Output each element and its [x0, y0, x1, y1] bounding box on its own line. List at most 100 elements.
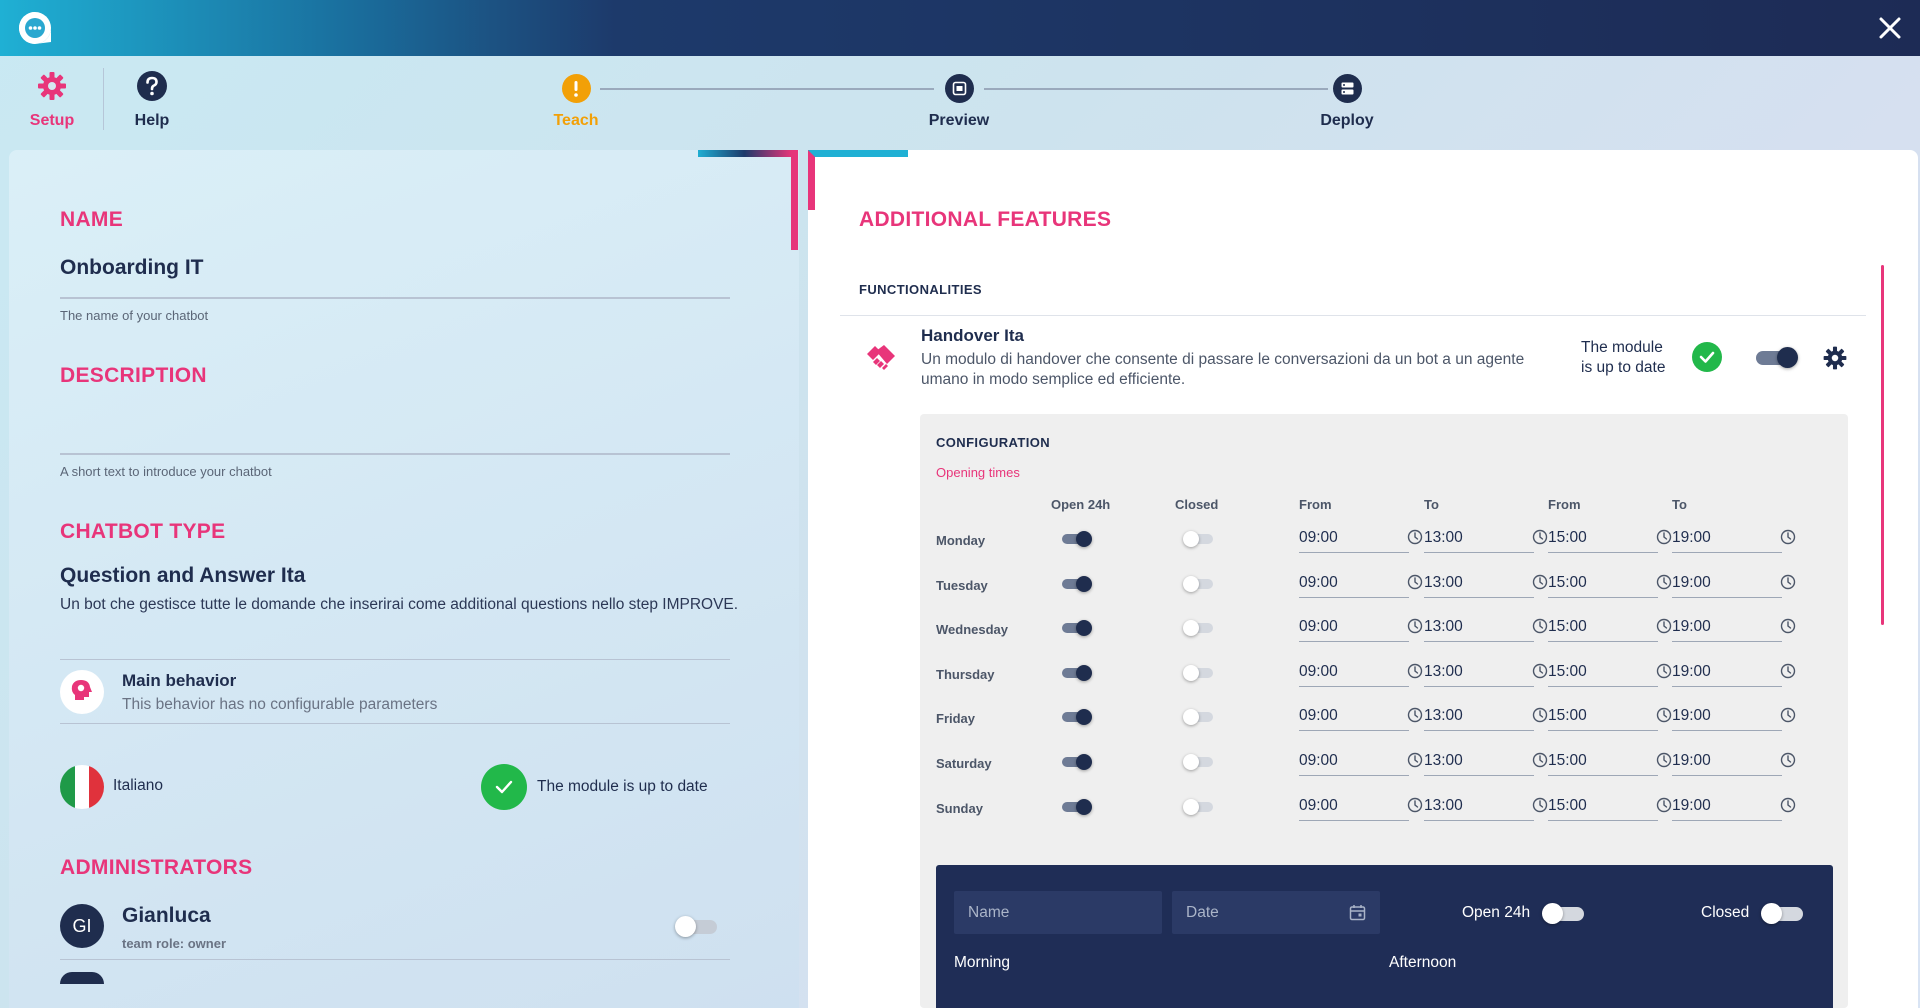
- clock-icon[interactable]: [1407, 663, 1423, 679]
- clock-icon[interactable]: [1656, 663, 1672, 679]
- app-logo-icon[interactable]: [16, 9, 54, 47]
- clock-icon[interactable]: [1780, 707, 1796, 723]
- special-date-input[interactable]: Date: [1172, 891, 1380, 934]
- time-input-to2[interactable]: 19:00: [1672, 705, 1796, 732]
- clock-icon[interactable]: [1656, 618, 1672, 634]
- module-name: Handover Ita: [921, 326, 1024, 345]
- open24-toggle[interactable]: [1060, 709, 1092, 726]
- closed-toggle[interactable]: [1183, 798, 1215, 815]
- closed-toggle[interactable]: [1183, 709, 1215, 726]
- time-input-to2[interactable]: 19:00: [1672, 572, 1796, 598]
- clock-icon[interactable]: [1780, 618, 1796, 634]
- time-input-from2[interactable]: 15:00: [1548, 750, 1672, 776]
- closed-toggle[interactable]: [1183, 664, 1215, 681]
- open24-toggle[interactable]: [1060, 575, 1092, 592]
- step-teach[interactable]: Teach: [506, 74, 646, 130]
- open24-toggle[interactable]: [1060, 531, 1092, 547]
- settings-icon[interactable]: [1822, 345, 1848, 371]
- check-icon: [1692, 342, 1722, 372]
- help-icon: [137, 71, 167, 101]
- col-to: To: [1672, 497, 1687, 512]
- step-deploy[interactable]: Deploy: [1277, 74, 1417, 130]
- open24-toggle[interactable]: [1060, 798, 1092, 815]
- clock-icon[interactable]: [1780, 752, 1796, 768]
- day-label: Monday: [936, 533, 986, 548]
- clock-icon[interactable]: [1532, 529, 1548, 545]
- clock-icon[interactable]: [1407, 707, 1423, 723]
- time-input-to1[interactable]: 13:00: [1424, 616, 1548, 643]
- open24-toggle[interactable]: [1060, 754, 1092, 770]
- clock-icon[interactable]: [1780, 663, 1796, 679]
- clock-icon[interactable]: [1532, 663, 1548, 679]
- clock-icon[interactable]: [1532, 707, 1548, 723]
- col-from: From: [1299, 497, 1332, 512]
- clock-icon[interactable]: [1656, 797, 1672, 813]
- module-toggle[interactable]: [1754, 347, 1798, 368]
- time-value: 13:00: [1424, 573, 1463, 591]
- special-closed-toggle[interactable]: [1761, 903, 1805, 924]
- time-input-to1[interactable]: 13:00: [1424, 705, 1548, 732]
- clock-icon[interactable]: [1656, 752, 1672, 768]
- setup-button[interactable]: Setup: [7, 70, 97, 130]
- admin-toggle[interactable]: [675, 916, 719, 937]
- name-field[interactable]: Onboarding IT: [60, 256, 203, 280]
- open24-toggle[interactable]: [1060, 620, 1092, 637]
- time-input-to2[interactable]: 19:00: [1672, 661, 1796, 687]
- preview-icon: [944, 74, 974, 103]
- step-preview[interactable]: Preview: [889, 74, 1029, 130]
- help-button[interactable]: Help: [107, 70, 197, 130]
- clock-icon[interactable]: [1656, 707, 1672, 723]
- time-input-to1[interactable]: 13:00: [1424, 795, 1548, 821]
- time-input-to2[interactable]: 19:00: [1672, 750, 1796, 776]
- closed-toggle[interactable]: [1183, 620, 1215, 637]
- closed-toggle[interactable]: [1183, 575, 1215, 592]
- time-input-to1[interactable]: 13:00: [1424, 527, 1548, 553]
- time-input-to1[interactable]: 13:00: [1424, 661, 1548, 687]
- clock-icon[interactable]: [1532, 618, 1548, 634]
- panel-accent: [808, 150, 908, 210]
- time-input-from1[interactable]: 09:00: [1299, 527, 1423, 553]
- closed-toggle[interactable]: [1183, 754, 1215, 770]
- clock-icon[interactable]: [1407, 752, 1423, 768]
- time-input-from2[interactable]: 15:00: [1548, 616, 1672, 643]
- clock-icon[interactable]: [1532, 574, 1548, 590]
- clock-icon[interactable]: [1407, 529, 1423, 545]
- time-input-from2[interactable]: 15:00: [1548, 705, 1672, 732]
- time-input-to2[interactable]: 19:00: [1672, 616, 1796, 643]
- scrollbar[interactable]: [1881, 265, 1884, 625]
- time-input-to2[interactable]: 19:00: [1672, 795, 1796, 821]
- open24-toggle[interactable]: [1060, 664, 1092, 681]
- time-input-from1[interactable]: 09:00: [1299, 661, 1423, 687]
- time-input-from1[interactable]: 09:00: [1299, 795, 1423, 821]
- administrators-section-title: ADMINISTRATORS: [60, 856, 253, 879]
- time-input-from1[interactable]: 09:00: [1299, 705, 1423, 732]
- clock-icon[interactable]: [1780, 574, 1796, 590]
- time-input-to2[interactable]: 19:00: [1672, 527, 1796, 553]
- clock-icon[interactable]: [1780, 529, 1796, 545]
- time-input-from1[interactable]: 09:00: [1299, 750, 1423, 776]
- clock-icon[interactable]: [1407, 618, 1423, 634]
- clock-icon[interactable]: [1780, 797, 1796, 813]
- closed-toggle[interactable]: [1183, 531, 1215, 547]
- time-input-from2[interactable]: 15:00: [1548, 795, 1672, 821]
- clock-icon[interactable]: [1532, 797, 1548, 813]
- special-open24-toggle[interactable]: [1542, 903, 1586, 924]
- time-input-from1[interactable]: 09:00: [1299, 572, 1423, 598]
- time-value: 09:00: [1299, 752, 1338, 769]
- clock-icon[interactable]: [1656, 529, 1672, 545]
- italy-flag-icon: [60, 765, 104, 809]
- time-input-from1[interactable]: 09:00: [1299, 616, 1423, 643]
- calendar-icon[interactable]: [1349, 904, 1366, 921]
- time-input-from2[interactable]: 15:00: [1548, 527, 1672, 553]
- clock-icon[interactable]: [1532, 752, 1548, 768]
- time-input-to1[interactable]: 13:00: [1424, 572, 1548, 598]
- close-icon[interactable]: [1874, 12, 1906, 44]
- clock-icon[interactable]: [1407, 574, 1423, 590]
- time-input-from2[interactable]: 15:00: [1548, 661, 1672, 687]
- special-name-input[interactable]: Name: [954, 891, 1162, 934]
- time-input-to1[interactable]: 13:00: [1424, 750, 1548, 776]
- description-field[interactable]: [60, 410, 730, 452]
- clock-icon[interactable]: [1656, 574, 1672, 590]
- time-input-from2[interactable]: 15:00: [1548, 572, 1672, 598]
- clock-icon[interactable]: [1407, 797, 1423, 813]
